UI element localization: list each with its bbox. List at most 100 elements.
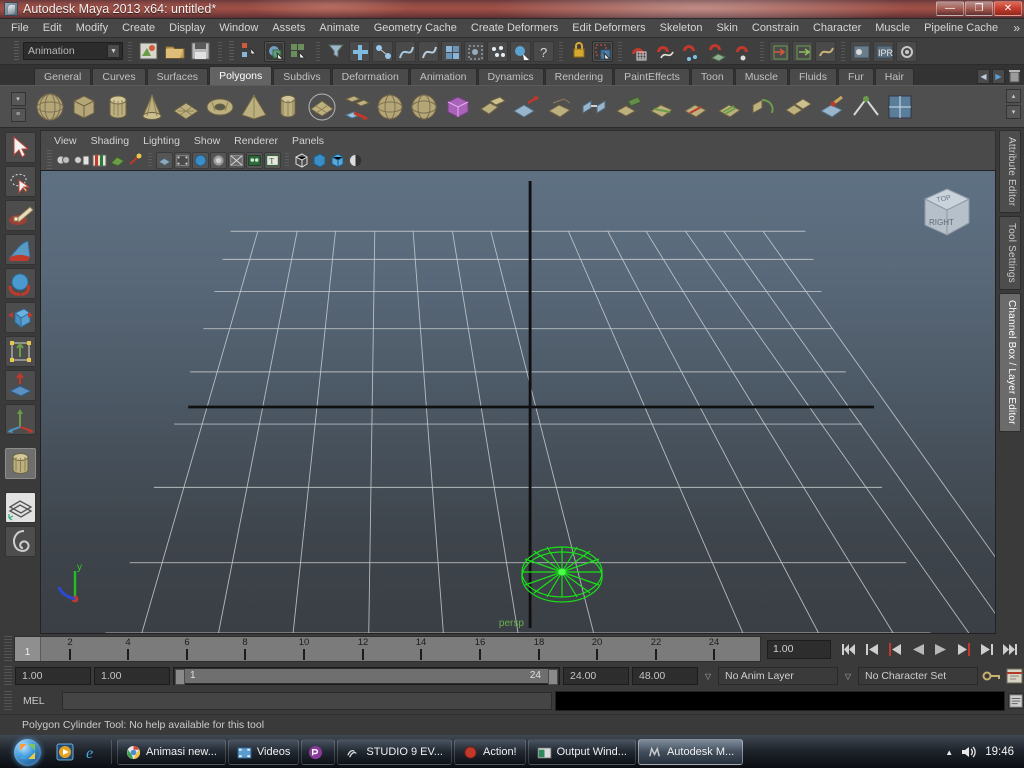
step-back-frame-icon[interactable] [885, 640, 905, 659]
polygon-plane-icon[interactable] [170, 91, 202, 123]
current-frame-field[interactable]: 1.00 [767, 639, 831, 659]
volume-icon[interactable] [960, 744, 978, 760]
playback-end-time-field[interactable]: 24.00 [563, 667, 629, 685]
polygon-pyramid-icon[interactable] [238, 91, 270, 123]
shelf-tab-fluids[interactable]: Fluids [788, 68, 837, 85]
subdiv-proxy-icon[interactable] [442, 91, 474, 123]
playback-start-time-field[interactable]: 1.00 [94, 667, 170, 685]
flat-shade-icon[interactable] [329, 152, 346, 169]
menu-create-deformers[interactable]: Create Deformers [464, 19, 565, 38]
move-tool-button[interactable] [4, 234, 36, 265]
status-grip-2[interactable] [229, 41, 234, 61]
resolution-gate-icon[interactable] [192, 151, 209, 169]
script-editor-icon[interactable] [1008, 693, 1024, 709]
play-forwards-icon[interactable] [931, 640, 951, 659]
scale-tool-button[interactable] [4, 302, 36, 333]
shelf-scroll-down-icon[interactable]: ▾ [1006, 105, 1021, 119]
combine-icon[interactable] [340, 91, 372, 123]
shelf-scroll-right-icon[interactable]: ▶ [992, 68, 1005, 84]
select-all-icon[interactable] [349, 40, 370, 62]
current-frame-indicator[interactable]: 1 [15, 637, 41, 661]
bridge-icon[interactable] [578, 91, 610, 123]
twopointthree-icon[interactable] [127, 152, 144, 169]
select-surface-icon[interactable] [418, 40, 439, 62]
soft-modification-tool-button[interactable] [4, 370, 36, 401]
snap-curve-icon[interactable] [653, 40, 677, 62]
chevron-down-icon[interactable]: ▼ [107, 44, 120, 58]
snap-plane-icon[interactable] [705, 40, 729, 62]
split-polygon-icon[interactable] [646, 91, 678, 123]
select-deformer-icon[interactable] [464, 40, 485, 62]
go-to-end-icon[interactable] [1000, 640, 1020, 659]
last-tool-used-button[interactable] [4, 448, 36, 479]
animation-start-time-field[interactable]: 1.00 [15, 667, 91, 685]
character-set-selector[interactable]: No Character Set [858, 667, 978, 685]
taskbar-button-photoshop[interactable] [301, 739, 336, 765]
menu-assets[interactable]: Assets [265, 19, 312, 38]
tab-tool-settings[interactable]: Tool Settings [999, 216, 1021, 291]
viewport-menu-panels[interactable]: Panels [285, 131, 331, 151]
range-slider-grip[interactable] [4, 666, 12, 686]
select-particle-icon[interactable] [487, 40, 508, 62]
menu-muscle[interactable]: Muscle [868, 19, 917, 38]
character-set-dropdown-icon[interactable]: ▽ [841, 667, 855, 685]
minimize-button[interactable]: — [936, 1, 964, 16]
menu-skin[interactable]: Skin [709, 19, 744, 38]
menu-create[interactable]: Create [115, 19, 162, 38]
menu-display[interactable]: Display [162, 19, 212, 38]
shelf-tab-painteffects[interactable]: PaintEffects [614, 68, 690, 85]
shelf-tab-animation[interactable]: Animation [409, 68, 477, 85]
ipr-render-icon[interactable]: IPR [873, 40, 894, 62]
go-to-start-icon[interactable] [839, 640, 859, 659]
menu-modify[interactable]: Modify [69, 19, 115, 38]
smooth-shade-icon[interactable] [311, 152, 328, 169]
polygon-prism-icon[interactable] [272, 91, 304, 123]
quick-launch-internet-explorer[interactable]: e [80, 739, 106, 765]
shelf-tab-rendering[interactable]: Rendering [544, 68, 614, 85]
select-by-component-icon[interactable] [287, 40, 311, 62]
range-slider-bar[interactable]: 1 24 [173, 667, 560, 685]
animation-end-time-field[interactable]: 48.00 [632, 667, 698, 685]
texture-icon[interactable] [246, 151, 263, 169]
taskbar-button-action[interactable]: Action! [453, 739, 526, 765]
command-language-label[interactable]: MEL [15, 695, 59, 707]
status-line-grip[interactable] [14, 41, 19, 61]
auto-keyframe-icon[interactable] [981, 667, 1001, 685]
polygon-cone-icon[interactable] [136, 91, 168, 123]
shelf-tab-dynamics[interactable]: Dynamics [477, 68, 544, 85]
polygon-torus-icon[interactable] [204, 91, 236, 123]
maximize-button[interactable]: ❐ [965, 1, 993, 16]
shelf-tab-general[interactable]: General [34, 68, 92, 85]
anim-layer-selector[interactable]: No Anim Layer [718, 667, 838, 685]
close-button[interactable]: ✕ [994, 1, 1022, 16]
taskbar-button-videos[interactable]: Videos [227, 739, 300, 765]
lock-selection-icon[interactable] [568, 40, 590, 62]
step-forward-keyframe-icon[interactable] [977, 640, 997, 659]
open-scene-icon[interactable] [163, 40, 187, 62]
shelf-scroll-left-icon[interactable]: ◀ [977, 68, 990, 84]
render-current-frame-icon[interactable] [850, 40, 871, 62]
shelf-tab-hair[interactable]: Hair [874, 68, 914, 85]
construction-history-icon[interactable] [815, 40, 836, 62]
taskbar-clock[interactable]: 19:46 [985, 746, 1014, 758]
use-default-material-icon[interactable] [347, 152, 364, 169]
text-display-icon[interactable]: T [264, 151, 281, 169]
select-by-object-icon[interactable] [264, 40, 285, 62]
show-manipulator-tool-button[interactable] [4, 404, 36, 435]
gate-mask-icon[interactable] [210, 151, 227, 169]
offset-edge-loop-icon[interactable] [714, 91, 746, 123]
range-handle-left[interactable] [175, 669, 185, 685]
shelf-menu-icon[interactable]: ≡ [10, 107, 26, 122]
shelf-tab-polygons[interactable]: Polygons [209, 66, 273, 85]
selected-cylinder-wireframe[interactable] [507, 541, 617, 607]
shelf-options-icon[interactable]: ▾ [10, 91, 26, 106]
highlight-selection-icon[interactable] [592, 40, 613, 62]
smooth-icon[interactable] [408, 91, 440, 123]
viewport-menu-view[interactable]: View [47, 131, 84, 151]
time-slider-grip[interactable] [4, 636, 12, 662]
menu-edit[interactable]: Edit [36, 19, 69, 38]
snap-point-icon[interactable] [679, 40, 703, 62]
paint-reduce-icon[interactable] [816, 91, 848, 123]
new-scene-icon[interactable] [137, 40, 161, 62]
rotate-tool-button[interactable] [4, 268, 36, 299]
